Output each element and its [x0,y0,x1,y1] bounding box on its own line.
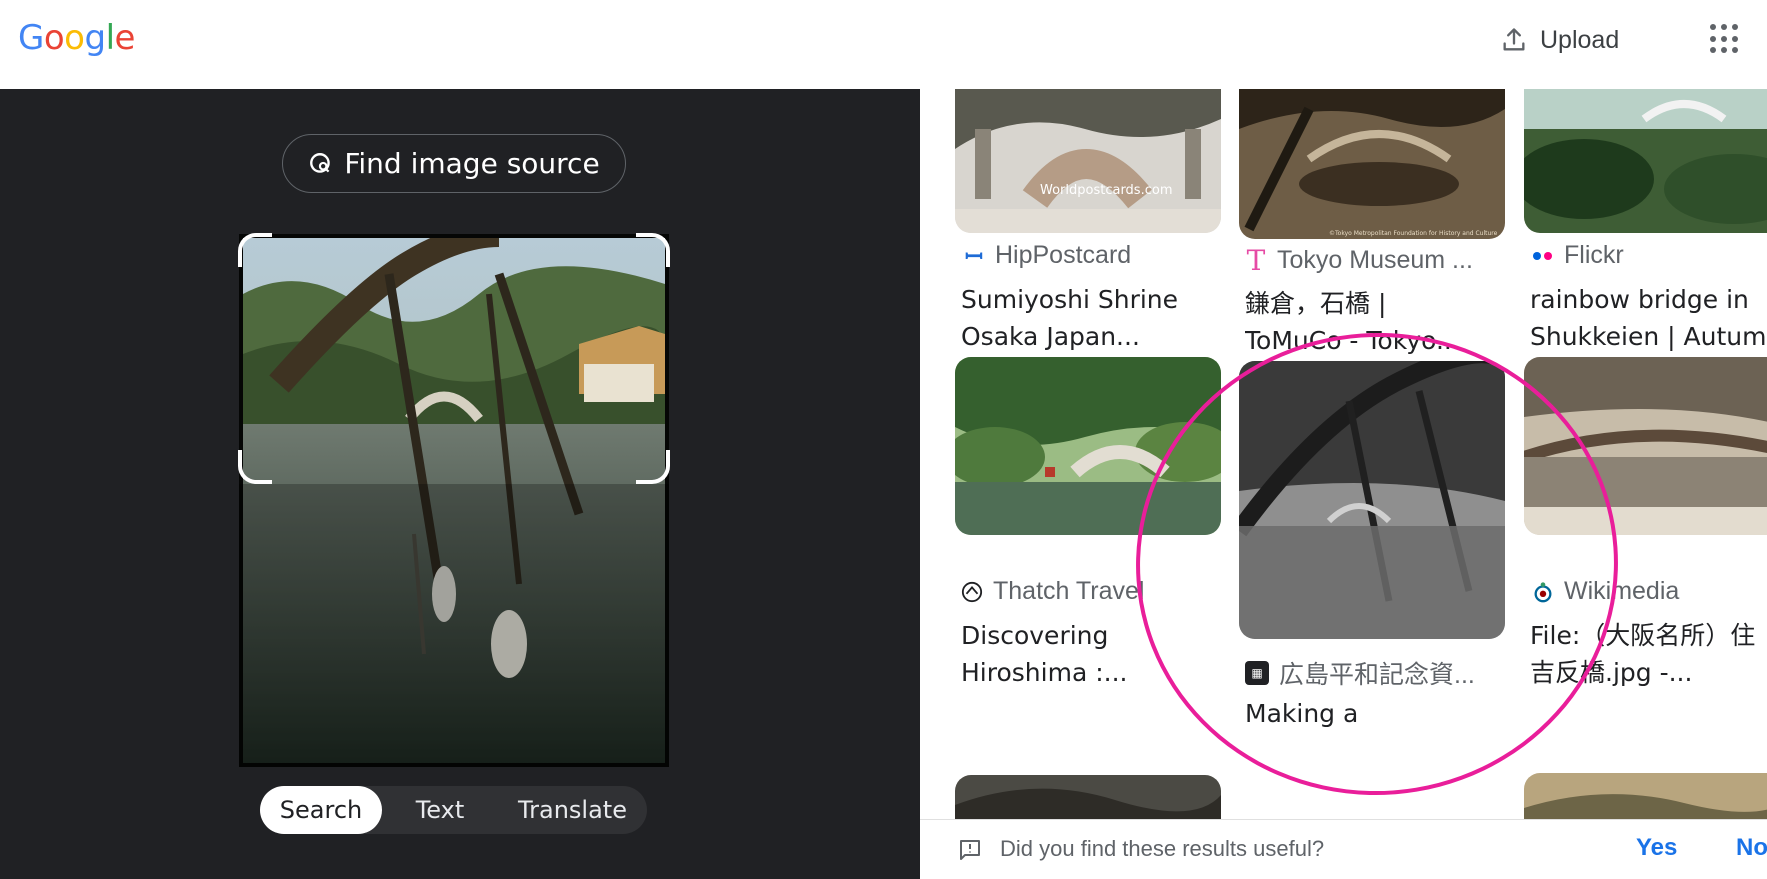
result-title[interactable]: Discovering Hiroshima :... [961,617,1221,691]
result-card[interactable] [955,775,1221,819]
upload-button[interactable]: Upload [1500,22,1619,58]
feedback-no-button[interactable]: No [1736,834,1767,862]
upload-icon [1503,28,1525,51]
result-title-line: Making a [1245,699,1359,728]
result-title-line: ToMuCo - Tokyo... [1245,326,1460,355]
upload-label: Upload [1540,25,1620,54]
result-title-line: Sumiyoshi Shrine [961,285,1179,314]
result-source[interactable]: T Tokyo Museum ... [1245,244,1473,277]
result-card[interactable]: ©Tokyo Metropolitan Foundation for Histo… [1239,89,1505,355]
result-thumbnail[interactable] [1524,357,1767,535]
result-card[interactable]: Worldpostcards.com ꟷ HipPostcard Sumiyos… [955,89,1221,351]
result-title-line: 吉反橋.jpg -... [1530,658,1693,687]
lens-search-icon [310,152,331,173]
result-thumbnail[interactable] [955,775,1221,819]
crop-handle-bottom-left[interactable] [238,450,272,484]
result-title-line: Shukkeien | Autum... [1530,322,1767,351]
result-title-line: rainbow bridge in [1530,285,1749,314]
result-source-name: 広島平和記念資... [1279,661,1475,689]
result-title-line: Discovering [961,621,1109,650]
result-title-line: Hiroshima :... [961,658,1128,687]
feedback-yes-button[interactable]: Yes [1636,834,1677,862]
feedback-question: Did you find these results useful? [1000,836,1325,861]
result-card[interactable]: Thatch Travel Discovering Hiroshima :... [955,357,1221,687]
result-source[interactable]: Thatch Travel [961,577,1144,606]
google-logo[interactable]: Google [18,18,135,58]
find-image-source-button[interactable]: Find image source [282,134,626,193]
result-thumbnail[interactable] [1524,89,1767,233]
result-thumbnail[interactable] [1524,773,1767,819]
result-source[interactable]: Wikimedia [1532,577,1679,606]
search-mode-tabs: Search Text Translate [260,786,647,834]
query-image[interactable] [238,233,670,767]
image-preview-panel: Find image source Search Text Translate [0,89,920,879]
result-title-line: File:（大阪名所）住 [1530,621,1756,650]
result-source-name: Wikimedia [1564,577,1680,605]
top-bar: Google Upload [0,0,1767,89]
result-card[interactable]: Flickr rainbow bridge in Shukkeien | Aut… [1524,89,1767,351]
result-thumbnail[interactable] [1239,361,1505,639]
tokyo-museum-icon: T [1246,244,1266,277]
visual-matches-grid: Worldpostcards.com ꟷ HipPostcard Sumiyos… [920,89,1767,819]
thatch-travel-icon [961,581,983,603]
result-source-name: Thatch Travel [993,577,1145,605]
hippostcard-icon: ꟷ [965,243,983,269]
tab-text[interactable]: Text [382,786,498,834]
result-title-line: Osaka Japan... [961,322,1140,351]
result-source[interactable]: Flickr [1532,241,1624,270]
wikimedia-icon [1532,581,1554,603]
result-source-name: Tokyo Museum ... [1277,246,1473,274]
result-title[interactable]: Making a [1245,695,1505,732]
result-source-name: Flickr [1564,241,1624,269]
feedback-icon [960,840,980,860]
apps-grid-icon[interactable] [1710,24,1740,54]
result-source-name: HipPostcard [995,241,1132,269]
result-title-line: 鎌倉，石橋 | [1245,289,1387,318]
result-thumbnail[interactable]: Worldpostcards.com [955,89,1221,233]
result-source[interactable]: ꟷ HipPostcard [963,241,1131,270]
result-thumbnail[interactable] [955,357,1221,535]
result-card[interactable]: ▦ 広島平和記念資... Making a [1239,361,1505,728]
result-title[interactable]: File:（大阪名所）住 吉反橋.jpg -... [1530,617,1767,691]
result-card[interactable] [1524,773,1767,819]
crop-handle-top-right[interactable] [636,233,670,267]
tab-search[interactable]: Search [260,786,382,834]
thumb-watermark: ©Tokyo Metropolitan Foundation for Histo… [1329,230,1498,237]
result-card[interactable]: Wikimedia File:（大阪名所）住 吉反橋.jpg -... [1524,357,1767,687]
flickr-icon [1532,245,1554,267]
outside-crop-shade [239,484,669,767]
tab-translate[interactable]: Translate [498,786,647,834]
result-thumbnail[interactable]: ©Tokyo Metropolitan Foundation for Histo… [1239,89,1505,239]
thumb-watermark: Worldpostcards.com [1040,183,1172,198]
feedback-bar: Did you find these results useful? Yes N… [920,819,1767,879]
crop-handle-top-left[interactable] [238,233,272,267]
museum-icon: ▦ [1245,661,1269,685]
result-title[interactable]: 鎌倉，石橋 | ToMuCo - Tokyo... [1245,285,1505,359]
result-title[interactable]: Sumiyoshi Shrine Osaka Japan... [961,281,1221,355]
result-title[interactable]: rainbow bridge in Shukkeien | Autum... [1530,281,1767,355]
result-source[interactable]: ▦ 広島平和記念資... [1245,655,1475,691]
find-image-source-label: Find image source [344,147,600,180]
